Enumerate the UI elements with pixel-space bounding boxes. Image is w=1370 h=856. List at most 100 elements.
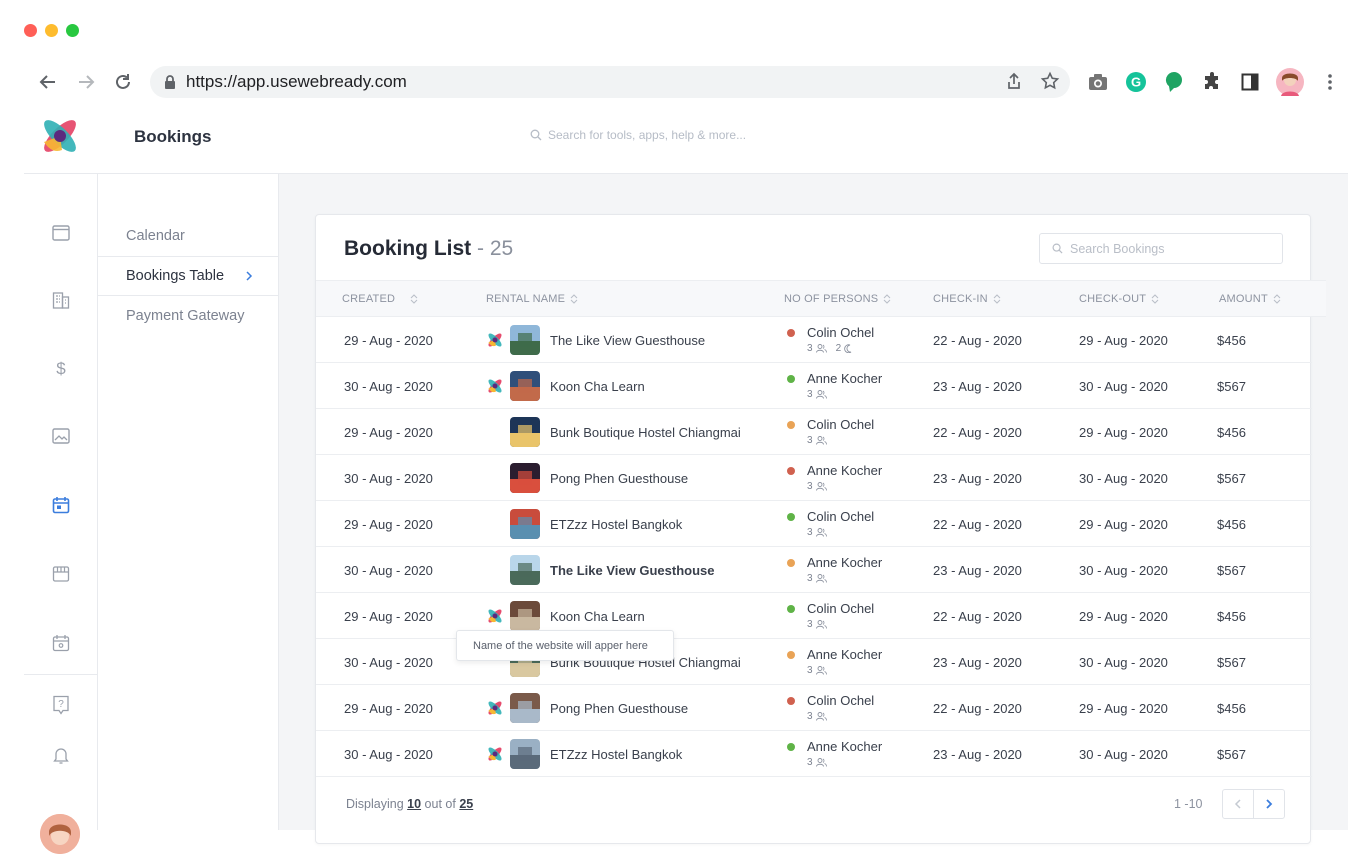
next-page-button[interactable] — [1253, 789, 1285, 819]
table-row[interactable]: 29 - Aug - 2020 ETZzz Hostel Bangkok Colin… — [316, 501, 1312, 547]
calendar-icon[interactable] — [50, 494, 72, 516]
table-row[interactable]: 29 - Aug - 2020 The Like View Guesthouse C… — [316, 317, 1312, 363]
guests-icon — [815, 666, 827, 675]
table-row[interactable]: 30 - Aug - 2020 The Like View Guesthouse A… — [316, 547, 1312, 593]
rail-divider — [24, 674, 98, 675]
website-brand-icon[interactable] — [486, 745, 504, 763]
booking-search-field[interactable] — [1039, 233, 1283, 264]
subnav-item-calendar[interactable]: Calendar — [98, 216, 279, 256]
check-in-date: 23 - Aug - 2020 — [933, 563, 1022, 578]
table-row[interactable]: 29 - Aug - 2020 Pong Phen Guesthouse Colin… — [316, 685, 1312, 731]
bookmark-star-icon[interactable] — [1040, 71, 1060, 96]
status-dot — [787, 421, 795, 429]
window-controls — [24, 24, 79, 37]
website-brand-icon[interactable] — [486, 699, 504, 717]
column-rental-name[interactable]: RENTAL NAME — [486, 293, 578, 305]
column-created[interactable]: CREATED — [342, 293, 418, 305]
url-text: https://app.usewebready.com — [186, 72, 407, 91]
guest-meta: 32 — [807, 343, 852, 354]
website-brand-icon[interactable] — [486, 331, 504, 349]
check-in-date: 22 - Aug - 2020 — [933, 609, 1022, 624]
rental-name[interactable]: The Like View Guesthouse — [550, 333, 705, 348]
column-amount[interactable]: AMOUNT — [1219, 293, 1281, 305]
address-bar[interactable]: https://app.usewebready.com — [150, 66, 1070, 98]
calendar-event-icon[interactable] — [50, 632, 72, 654]
guests-icon — [815, 574, 827, 583]
column-check-out[interactable]: CHECK-OUT — [1079, 293, 1159, 305]
reload-button[interactable] — [111, 70, 135, 94]
rental-name[interactable]: Koon Cha Learn — [550, 379, 645, 394]
puzzle-extensions-icon[interactable] — [1200, 70, 1224, 94]
guest-name: Anne Kocher — [807, 463, 883, 478]
created-date: 29 - Aug - 2020 — [344, 517, 433, 532]
check-out-date: 29 - Aug - 2020 — [1079, 701, 1168, 716]
webready-logo-icon[interactable] — [38, 114, 82, 158]
status-dot — [787, 513, 795, 521]
table-row[interactable]: 30 - Aug - 2020 ETZzz Hostel Bangkok Anne … — [316, 731, 1312, 777]
booking-search-input[interactable] — [1070, 241, 1270, 256]
card-title-text: Booking List — [344, 237, 472, 260]
minimize-window-button[interactable] — [45, 24, 58, 37]
guest-count: 3 — [807, 527, 813, 538]
booking-amount: $567 — [1217, 379, 1246, 394]
rental-thumbnail — [510, 601, 540, 631]
website-brand-icon[interactable] — [486, 607, 504, 625]
guest-count: 3 — [807, 757, 813, 768]
guests-icon — [815, 344, 827, 353]
browser-window-icon[interactable] — [50, 222, 72, 244]
close-window-button[interactable] — [24, 24, 37, 37]
shown-count[interactable]: 10 — [407, 797, 421, 811]
subnav-item-payment-gateway[interactable]: Payment Gateway — [98, 296, 279, 336]
store-icon[interactable] — [50, 563, 72, 585]
building-icon[interactable] — [50, 289, 72, 311]
help-icon[interactable]: ? — [50, 694, 72, 716]
check-in-date: 22 - Aug - 2020 — [933, 701, 1022, 716]
image-icon[interactable] — [50, 425, 72, 447]
created-date: 30 - Aug - 2020 — [344, 563, 433, 578]
subnav-item-bookings-table[interactable]: Bookings Table — [98, 256, 279, 296]
table-row[interactable]: 29 - Aug - 2020 Bunk Boutique Hostel Chia… — [316, 409, 1312, 455]
camera-extension-icon[interactable] — [1086, 70, 1110, 94]
rental-name[interactable]: Koon Cha Learn — [550, 609, 645, 624]
column-label: NO OF PERSONS — [784, 293, 879, 305]
check-out-date: 30 - Aug - 2020 — [1079, 747, 1168, 762]
rental-name[interactable]: ETZzz Hostel Bangkok — [550, 747, 682, 762]
main-content: Booking List - 25 CREATED RENTAL NAME NO… — [279, 174, 1348, 844]
column-check-in[interactable]: CHECK-IN — [933, 293, 1001, 305]
displaying-summary: Displaying 10 out of 25 — [346, 797, 473, 811]
page-range: 1 -10 — [1174, 797, 1203, 811]
forward-button[interactable] — [74, 70, 98, 94]
status-dot — [787, 651, 795, 659]
created-date: 29 - Aug - 2020 — [344, 609, 433, 624]
profile-avatar[interactable] — [1276, 68, 1304, 96]
table-footer: Displaying 10 out of 25 1 -10 — [316, 777, 1312, 831]
grammarly-extension-icon[interactable]: G — [1124, 70, 1148, 94]
global-search[interactable]: Search for tools, apps, help & more... — [530, 128, 746, 142]
maximize-window-button[interactable] — [66, 24, 79, 37]
user-avatar[interactable] — [40, 814, 80, 854]
bell-icon[interactable] — [50, 745, 72, 767]
website-brand-icon[interactable] — [486, 377, 504, 395]
more-menu-icon[interactable] — [1318, 70, 1342, 94]
back-button[interactable] — [36, 70, 60, 94]
rental-name[interactable]: ETZzz Hostel Bangkok — [550, 517, 682, 532]
booking-amount: $456 — [1217, 425, 1246, 440]
rental-name[interactable]: Pong Phen Guesthouse — [550, 471, 688, 486]
total-count[interactable]: 25 — [459, 797, 473, 811]
check-in-date: 22 - Aug - 2020 — [933, 517, 1022, 532]
previous-page-button[interactable] — [1222, 789, 1254, 819]
rental-name[interactable]: The Like View Guesthouse — [550, 563, 714, 578]
displaying-prefix: Displaying — [346, 797, 404, 811]
table-row[interactable]: 30 - Aug - 2020 Pong Phen Guesthouse Anne … — [316, 455, 1312, 501]
chevron-right-icon — [1266, 799, 1273, 809]
chat-bubble-extension-icon[interactable] — [1162, 70, 1186, 94]
column-no-of-persons[interactable]: NO OF PERSONS — [784, 293, 891, 305]
rental-name[interactable]: Pong Phen Guesthouse — [550, 701, 688, 716]
rental-name[interactable]: Bunk Boutique Hostel Chiangmai — [550, 425, 741, 440]
table-row[interactable]: 30 - Aug - 2020 Koon Cha Learn Anne Kocher… — [316, 363, 1312, 409]
side-panel-icon[interactable] — [1238, 70, 1262, 94]
dollar-icon[interactable]: $ — [50, 357, 72, 379]
share-icon[interactable] — [1004, 71, 1024, 96]
booking-amount: $567 — [1217, 655, 1246, 670]
search-icon — [530, 129, 542, 141]
